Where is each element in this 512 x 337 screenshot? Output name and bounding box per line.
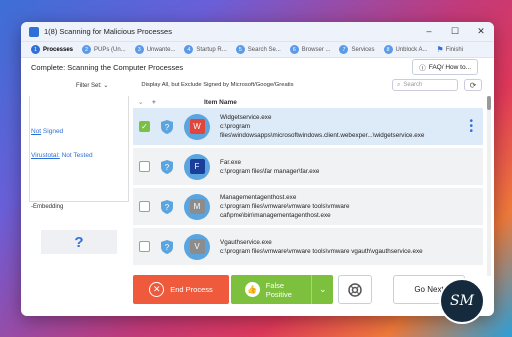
shield-question-icon: ? [160, 199, 174, 215]
filter-set-dropdown[interactable]: Filter Set: ⌄ [76, 82, 108, 89]
shield-question-icon: ? [160, 239, 174, 255]
step-services[interactable]: 7 Services [339, 45, 375, 54]
wizard-steps: 1 Processes 2 PUPs (Un... 3 Unwante... 4 Sta… [21, 42, 494, 58]
filter-description: Display All, but Exclude Signed by Micro… [141, 82, 294, 88]
chevron-down-icon: ⌄ [103, 82, 109, 89]
process-icon: V [184, 233, 210, 260]
step-unwanted[interactable]: 3 Unwante... [134, 45, 175, 54]
process-icon: W [184, 113, 210, 140]
faq-button[interactable]: ⓘ FAQ/ How to... [412, 59, 478, 75]
step-unblock[interactable]: 8 Unblock A... [383, 45, 428, 54]
step-startup[interactable]: 4 Startup R... [184, 45, 227, 54]
search-icon: ⌕ [397, 81, 401, 88]
process-path: c:\program files\far manager\far.exe [220, 167, 320, 175]
table-row[interactable]: ? V Vgauthservice.exe c:\program files\v… [133, 228, 483, 266]
step-pups[interactable]: 2 PUPs (Un... [82, 45, 126, 54]
lifebuoy-icon [348, 282, 362, 297]
row-checkbox[interactable] [139, 201, 150, 212]
step-browser[interactable]: 6 Browser ... [289, 45, 330, 54]
help-button[interactable]: ? [41, 230, 117, 254]
table-header: ⌄ + Item Name [133, 96, 483, 108]
shield-question-icon: ? [160, 159, 174, 175]
column-item-name[interactable]: Item Name [204, 99, 237, 106]
process-path: c:\program [220, 123, 251, 130]
step-processes[interactable]: 1 Processes [31, 45, 73, 54]
minimize-button[interactable]: – [416, 26, 442, 37]
info-icon: ⓘ [419, 65, 426, 72]
shield-question-icon: ? [160, 119, 174, 135]
table-row[interactable]: ? F Far.exe c:\program files\far manager… [133, 148, 483, 186]
more-options-icon[interactable]: • • • [469, 117, 473, 137]
close-button[interactable]: ✕ [468, 26, 494, 37]
collapse-chevron-icon[interactable]: ⌄ [138, 98, 152, 106]
process-name: Widgetservice.exe [220, 114, 272, 121]
process-table: ⌄ + Item Name ✓ ? W Widgetservice.exe c:… [133, 96, 483, 281]
search-input[interactable]: ⌕ Search [392, 79, 458, 91]
process-icon: M [184, 193, 210, 220]
false-positive-button[interactable]: 👍 False Positive ⌄ [231, 275, 333, 304]
refresh-button[interactable]: ⟳ [464, 79, 482, 91]
end-process-button[interactable]: ✕ End Process [133, 275, 229, 304]
virustotal-status: Virustotal: Not Tested [31, 152, 93, 159]
maximize-button[interactable]: ☐ [442, 26, 468, 37]
process-path: c:\program files\vmware\vmware tools\vmw… [220, 203, 350, 210]
process-path-cont: files\windowsapps\microsoftwindows.clien… [220, 132, 425, 139]
refresh-icon: ⟳ [469, 80, 477, 90]
toolbar: Filter Set: ⌄ Display All, but Exclude S… [21, 76, 494, 94]
svg-text:?: ? [165, 123, 170, 132]
app-icon [29, 26, 39, 37]
chevron-down-icon[interactable]: ⌄ [311, 275, 333, 304]
action-bar: ✕ End Process 👍 False Positive ⌄ Go Next [21, 275, 494, 307]
status-bar: Complete: Scanning the Computer Processe… [21, 58, 494, 76]
table-row[interactable]: ? M Managementagenthost.exe c:\program f… [133, 188, 483, 226]
titlebar: 1(8) Scanning for Malicious Processes – … [21, 22, 494, 42]
step-finish[interactable]: ⚑ Finishi [437, 45, 464, 54]
details-panel: Not Signed Virustotal: Not Tested -Embed… [21, 96, 129, 256]
row-checkbox[interactable] [139, 161, 150, 172]
status-text: Complete: Scanning the Computer Processe… [31, 62, 184, 72]
flag-icon: ⚑ [436, 45, 444, 54]
process-path: c:\program files\vmware\vmware tools\vmw… [220, 247, 423, 255]
embedding-label: -Embedding [31, 204, 64, 210]
process-icon: F [184, 153, 210, 180]
scrollbar[interactable] [487, 96, 491, 276]
thumbs-up-icon: 👍 [245, 282, 260, 297]
close-circle-icon: ✕ [149, 282, 165, 297]
svg-text:?: ? [165, 243, 170, 252]
process-name: Vgauthservice.exe [220, 238, 272, 246]
app-window: 1(8) Scanning for Malicious Processes – … [21, 22, 494, 316]
lifebuoy-button[interactable] [338, 275, 372, 304]
process-path-cont: caf\pme\bin\managementagenthost.exe [220, 212, 331, 219]
table-row[interactable]: ✓ ? W Widgetservice.exe c:\program files… [133, 108, 483, 146]
window-title: 1(8) Scanning for Malicious Processes [44, 27, 172, 36]
watermark-logo: SM [439, 278, 485, 324]
row-checkbox[interactable]: ✓ [139, 121, 150, 132]
svg-text:?: ? [165, 163, 170, 172]
svg-text:?: ? [165, 203, 170, 212]
scrollbar-thumb[interactable] [487, 96, 491, 110]
step-search[interactable]: 5 Search Se... [235, 45, 281, 54]
process-name: Managementagenthost.exe [220, 194, 297, 201]
row-checkbox[interactable] [139, 241, 150, 252]
add-icon[interactable]: + [152, 99, 204, 106]
signed-status: Not Signed [31, 128, 64, 135]
process-name: Far.exe [220, 158, 241, 166]
